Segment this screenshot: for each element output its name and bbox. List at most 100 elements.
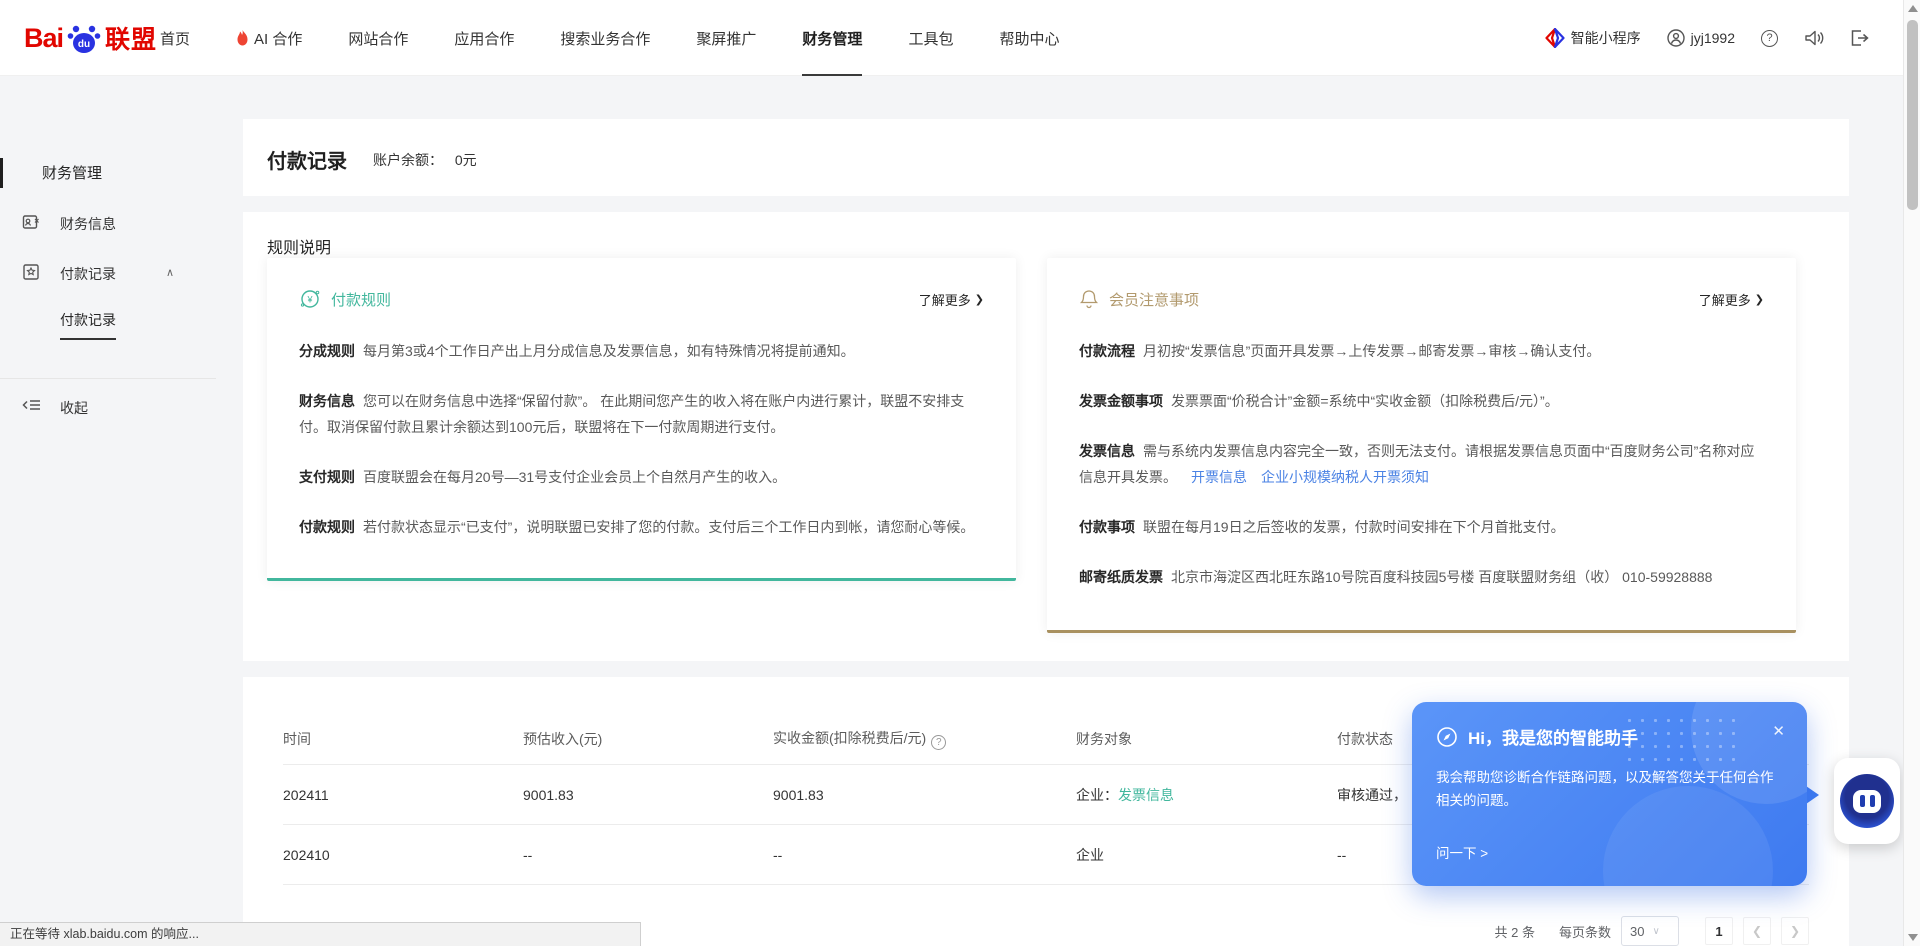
vertical-scrollbar[interactable] [1903, 0, 1920, 946]
sidebar-divider [0, 378, 216, 379]
sidebar-subitem-payment-records-active[interactable]: 付款记录 [60, 310, 116, 340]
logout-button[interactable] [1850, 29, 1869, 47]
payment-rules-more-link[interactable]: 了解更多 ❯ [919, 290, 984, 309]
rules-section-title: 规则说明 [267, 234, 331, 258]
top-right-actions: 智能小程序 jyj1992 ? [1545, 0, 1869, 76]
receipt-badge-icon [22, 263, 40, 281]
small-taxpayer-guide-link[interactable]: 企业小规模纳税人开票须知 [1261, 469, 1429, 485]
nav-toolkit[interactable]: 工具包 [908, 0, 953, 76]
scrollbar-thumb[interactable] [1907, 20, 1918, 210]
logo-text-bai: Bai [24, 23, 63, 54]
close-icon[interactable]: ✕ [1772, 722, 1785, 740]
popup-pointer-arrow [1806, 786, 1819, 804]
prev-page-button[interactable]: ❮ [1743, 917, 1771, 945]
cell-time: 202410 [283, 847, 523, 863]
sound-button[interactable] [1804, 29, 1824, 47]
robot-face-icon [1840, 774, 1894, 828]
help-button[interactable]: ? [1761, 30, 1778, 47]
baidu-paw-icon: du [66, 20, 102, 56]
nav-screen-promotion[interactable]: 聚屏推广 [696, 0, 756, 76]
rule-item: 付款流程月初按“发票信息”页面开具发票→上传发票→邮寄发票→审核→确认支付。 [1079, 338, 1764, 364]
cell-actual: -- [773, 847, 1076, 863]
per-page-select[interactable]: 30 ∨ [1621, 916, 1679, 946]
help-icon: ? [1761, 30, 1778, 47]
top-navigation-bar: Bai du 联盟 首页 AI 合作 网站合作 应用合作 搜索业务合作 聚屏推广… [0, 0, 1903, 76]
logo-text-union: 联盟 [105, 20, 157, 56]
assistant-popup-header: Hi，我是您的智能助手 [1436, 724, 1638, 749]
rule-item: 付款规则若付款状态显示“已支付”，说明联盟已安排了您的付款。支付后三个工作日内到… [299, 514, 984, 540]
cell-time: 202411 [283, 787, 523, 803]
svg-text:¥: ¥ [306, 295, 313, 305]
payment-rules-header: ¥ 付款规则 了解更多 ❯ [299, 288, 984, 310]
payment-rules-card: ¥ 付款规则 了解更多 ❯ 分成规则每月第3或4个工作日产出上月分成信息及发票信… [267, 258, 1016, 581]
mini-program-link[interactable]: 智能小程序 [1545, 28, 1641, 48]
per-page-label: 每页条数 [1559, 922, 1611, 941]
page-header-card: 付款记录 账户余额： 0元 [243, 119, 1849, 196]
flame-icon [236, 30, 249, 46]
account-balance: 账户余额： 0元 [373, 150, 477, 170]
rule-item: 分成规则每月第3或4个工作日产出上月分成信息及发票信息，如有特殊情况将提前通知。 [299, 338, 984, 364]
id-card-icon [22, 213, 40, 231]
cell-target: 企业 [1076, 845, 1337, 865]
rule-item: 邮寄纸质发票北京市海淀区西北旺东路10号院百度科技园5号楼 百度联盟财务组（收）… [1079, 564, 1764, 590]
sidebar-item-payment-records[interactable]: 付款记录 ∧ [0, 256, 243, 290]
baidu-union-logo[interactable]: Bai du 联盟 [24, 0, 157, 76]
page-title: 付款记录 [267, 145, 347, 174]
scroll-down-arrow[interactable] [1908, 934, 1918, 941]
sidebar-collapse-button[interactable]: 收起 [0, 392, 216, 422]
rule-item: 发票金额事项发票票面“价税合计”金额=系统中“实收金额（扣除税费后/元）”。 [1079, 388, 1764, 414]
balance-value: 0元 [455, 152, 477, 168]
invoice-info-link[interactable]: 开票信息 [1191, 469, 1247, 485]
cell-estimated: -- [523, 847, 773, 863]
balance-label: 账户余额： [373, 152, 443, 168]
chevron-up-icon[interactable]: ∧ [166, 266, 174, 279]
browser-status-bar: 正在等待 xlab.baidu.com 的响应... [0, 922, 641, 946]
nav-home[interactable]: 首页 [160, 0, 190, 76]
rule-item: 付款事项联盟在每月19日之后签收的发票，付款时间安排在下个月首批支付。 [1079, 514, 1764, 540]
speaker-icon [1804, 29, 1824, 47]
rule-item: 发票信息需与系统内发票信息内容完全一致，否则无法支付。请根据发票信息页面中“百度… [1079, 438, 1764, 490]
cell-actual: 9001.83 [773, 787, 1076, 803]
sidebar-item-finance-info[interactable]: 财务信息 [0, 206, 243, 240]
cell-target: 企业：发票信息 [1076, 785, 1337, 805]
mini-program-icon [1545, 28, 1565, 48]
popup-decoration-dots [1623, 714, 1743, 766]
nav-finance-management[interactable]: 财务管理 [802, 0, 862, 76]
bell-icon [1079, 288, 1099, 310]
assistant-title: Hi，我是您的智能助手 [1468, 724, 1638, 749]
col-actual-amount: 实收金额(扣除税费后/元)? [773, 728, 1076, 750]
svg-text:du: du [78, 39, 90, 50]
nav-website-cooperation[interactable]: 网站合作 [348, 0, 408, 76]
total-count: 共 2 条 [1495, 922, 1535, 941]
chevron-down-icon: ∨ [1652, 926, 1659, 937]
scroll-up-arrow[interactable] [1908, 5, 1918, 12]
member-notes-more-link[interactable]: 了解更多 ❯ [1699, 290, 1764, 309]
nav-search-business[interactable]: 搜索业务合作 [560, 0, 650, 76]
col-time: 时间 [283, 729, 523, 749]
ask-now-link[interactable]: 问一下 > [1436, 842, 1488, 862]
next-page-button[interactable]: ❯ [1781, 917, 1809, 945]
compass-icon [1436, 726, 1458, 748]
user-account[interactable]: jyj1992 [1667, 29, 1735, 47]
user-icon [1667, 29, 1685, 47]
logout-icon [1850, 29, 1869, 47]
page: { "header": { "logo": { "bai": "Bai", "d… [0, 0, 1920, 946]
chevron-right-icon: ❯ [975, 293, 984, 306]
rule-item: 支付规则百度联盟会在每月20号—31号支付企业会员上个自然月产生的收入。 [299, 464, 984, 490]
main-nav: 首页 AI 合作 网站合作 应用合作 搜索业务合作 聚屏推广 财务管理 工具包 … [160, 0, 1105, 76]
member-notes-header: 会员注意事项 了解更多 ❯ [1079, 288, 1764, 310]
nav-ai-cooperation[interactable]: AI 合作 [236, 0, 302, 76]
assistant-avatar-button[interactable] [1834, 758, 1900, 844]
nav-app-cooperation[interactable]: 应用合作 [454, 0, 514, 76]
member-notes-title: 会员注意事项 [1109, 289, 1199, 310]
invoice-info-table-link[interactable]: 发票信息 [1118, 787, 1174, 803]
assistant-popup: Hi，我是您的智能助手 ✕ 我会帮助您诊断合作链路问题，以及解答您关于任何合作相… [1412, 702, 1807, 886]
active-section-marker [0, 158, 3, 188]
page-number-button[interactable]: 1 [1705, 917, 1733, 945]
rules-section-card: 规则说明 ¥ 付款规则 了解更多 ❯ 分成规则每月第3或4个工作日产出上月分成信… [243, 212, 1849, 661]
sidebar-section-finance[interactable]: 财务管理 [0, 158, 243, 188]
nav-help-center[interactable]: 帮助中心 [999, 0, 1059, 76]
col-estimated-income: 预估收入(元) [523, 729, 773, 749]
member-notes-card: 会员注意事项 了解更多 ❯ 付款流程月初按“发票信息”页面开具发票→上传发票→邮… [1047, 258, 1796, 633]
help-icon[interactable]: ? [931, 735, 946, 750]
